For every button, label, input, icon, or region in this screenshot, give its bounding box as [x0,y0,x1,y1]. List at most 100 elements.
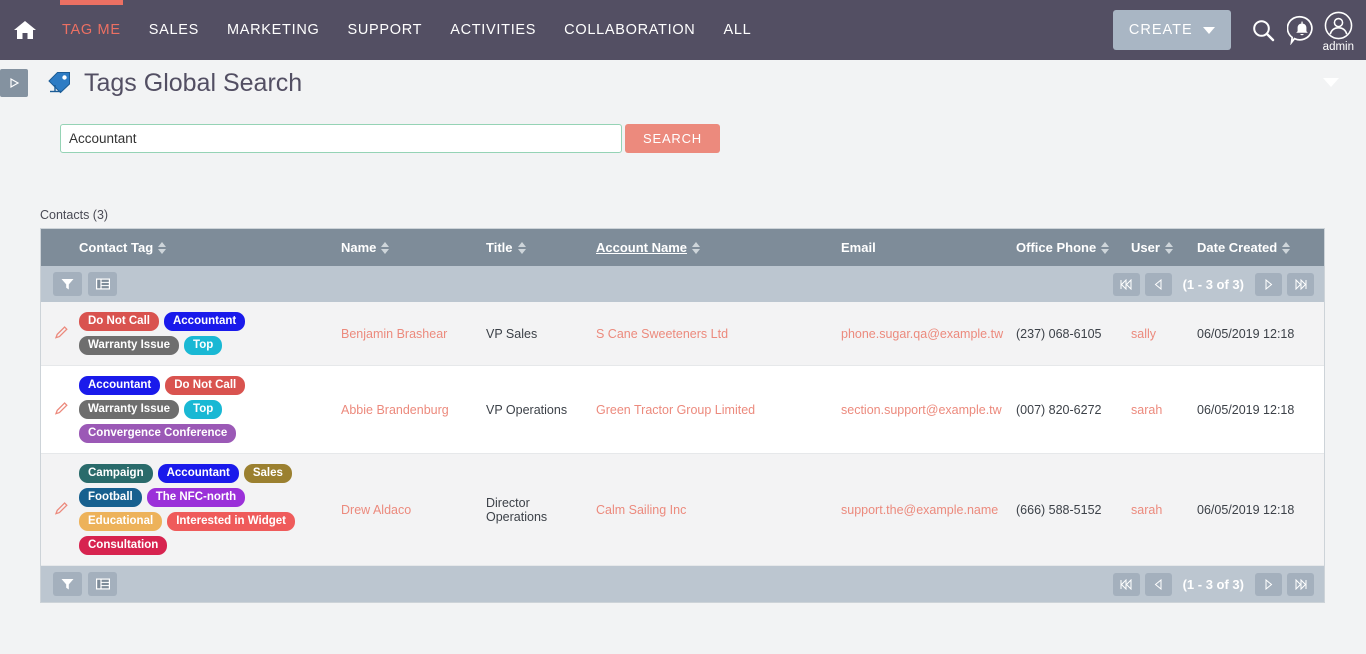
user-avatar[interactable]: admin [1323,7,1354,53]
previous-page-icon[interactable] [1144,272,1172,296]
sort-arrows-icon[interactable] [692,241,701,254]
row-edit-cell[interactable] [41,453,71,566]
column-header-user[interactable]: User [1123,229,1189,266]
home-icon[interactable] [8,15,42,45]
tag-icon [44,69,74,97]
tag-chip[interactable]: Do Not Call [79,312,159,331]
account-name-link[interactable]: Green Tractor Group Limited [596,403,755,417]
tag-chip[interactable]: The NFC-north [146,488,246,507]
pagination-top: (1 - 3 of 3) [1112,272,1314,296]
contact-name-link[interactable]: Benjamin Brashear [341,327,447,341]
cell-account: S Cane Sweeteners Ltd [588,302,833,366]
cell-date-created: 06/05/2019 12:18 [1189,453,1324,566]
nav-item-marketing[interactable]: MARKETING [213,0,334,60]
create-button[interactable]: CREATE [1112,10,1231,50]
search-icon[interactable] [1245,8,1283,52]
cell-account: Green Tractor Group Limited [588,365,833,454]
last-page-icon[interactable] [1287,272,1314,296]
user-link[interactable]: sarah [1131,403,1162,417]
email-link[interactable]: section.support@example.tw [841,403,1002,417]
first-page-icon[interactable] [1112,272,1140,296]
results-table: Contact Tag Name Title Account Name Emai… [40,228,1325,603]
last-page-icon[interactable] [1287,572,1314,596]
tag-chip[interactable]: Accountant [157,464,239,483]
tag-chip[interactable]: Consultation [79,536,168,555]
search-submit-button[interactable]: SEARCH [625,124,720,153]
column-header-email[interactable]: Email [833,229,1008,266]
table-header: Contact Tag Name Title Account Name Emai… [41,229,1324,266]
column-header-office-phone[interactable]: Office Phone [1008,229,1123,266]
account-name-link[interactable]: S Cane Sweeteners Ltd [596,327,728,341]
column-header-name[interactable]: Name [333,229,478,266]
cell-user: sarah [1123,453,1189,566]
tag-chip[interactable]: Football [79,488,142,507]
sort-arrows-icon[interactable] [381,241,390,254]
tag-chip[interactable]: Top [184,336,223,355]
cell-user: sally [1123,302,1189,366]
tag-chip[interactable]: Do Not Call [165,376,246,395]
tag-chip[interactable]: Educational [79,512,163,531]
create-button-label: CREATE [1128,22,1193,38]
contact-name-link[interactable]: Drew Aldaco [341,503,411,517]
tag-chip[interactable]: Interested in Widget [167,512,295,531]
cell-user: sarah [1123,365,1189,454]
table-row[interactable]: Do Not Call Accountant Warranty Issue To… [41,302,1324,366]
search-form: SEARCH [60,124,1366,153]
nav-item-activities[interactable]: ACTIVITIES [436,0,550,60]
cell-name: Drew Aldaco [333,453,478,566]
column-header-contact-tag[interactable]: Contact Tag [71,229,333,266]
nav-item-all[interactable]: ALL [709,0,765,60]
notification-bell-icon[interactable] [1283,8,1321,52]
tag-chip[interactable]: Top [184,400,223,419]
nav-label: MARKETING [226,22,320,38]
chevron-down-icon[interactable] [1323,78,1339,87]
next-page-icon[interactable] [1255,572,1282,596]
nav-item-collaboration[interactable]: COLLABORATION [550,0,709,60]
nav-item-tag-me[interactable]: TAG ME [48,0,135,60]
edit-pencil-icon[interactable] [54,501,69,519]
nav-item-support[interactable]: SUPPORT [333,0,436,60]
cell-email: section.support@example.tw [833,365,1008,454]
filter-funnel-icon[interactable] [53,572,82,596]
table-row[interactable]: Campaign Accountant Sales Football The N… [41,453,1324,566]
tag-chip[interactable]: Sales [243,464,292,483]
tag-chip[interactable]: Warranty Issue [79,400,180,419]
tag-chip[interactable]: Accountant [79,376,161,395]
column-label: Title [486,240,513,255]
tag-chip[interactable]: Accountant [163,312,246,331]
next-page-icon[interactable] [1255,272,1282,296]
sort-arrows-icon[interactable] [158,241,167,254]
account-name-link[interactable]: Calm Sailing Inc [596,503,686,517]
pagination-bottom: (1 - 3 of 3) [1112,572,1314,596]
sort-arrows-icon[interactable] [1101,241,1110,254]
email-link[interactable]: support.the@example.name [841,503,998,517]
tag-chip[interactable]: Convergence Conference [79,424,237,443]
sort-arrows-icon[interactable] [1282,241,1291,254]
first-page-icon[interactable] [1112,572,1140,596]
tag-chip[interactable]: Warranty Issue [79,336,180,355]
row-edit-cell[interactable] [41,302,71,366]
filter-funnel-icon[interactable] [53,272,82,296]
column-header-title[interactable]: Title [478,229,588,266]
search-input[interactable] [60,124,622,153]
email-link[interactable]: phone.sugar.qa@example.tw [841,327,1003,341]
sort-arrows-icon[interactable] [1164,241,1173,254]
column-chooser-icon[interactable] [88,272,117,296]
column-label: Contact Tag [79,240,154,255]
table-row[interactable]: Accountant Do Not Call Warranty Issue To… [41,365,1324,454]
edit-pencil-icon[interactable] [54,401,69,419]
previous-page-icon[interactable] [1144,572,1172,596]
user-link[interactable]: sarah [1131,503,1162,517]
sort-arrows-icon[interactable] [517,241,526,254]
row-edit-cell[interactable] [41,365,71,454]
column-header-account-name[interactable]: Account Name [588,229,833,266]
header-edit-spacer [41,229,71,266]
contact-name-link[interactable]: Abbie Brandenburg [341,403,449,417]
column-header-date-created[interactable]: Date Created [1189,229,1324,266]
column-chooser-icon[interactable] [88,572,117,596]
nav-item-sales[interactable]: SALES [135,0,213,60]
user-link[interactable]: sally [1131,327,1156,341]
sidebar-toggle-icon[interactable] [0,69,28,97]
edit-pencil-icon[interactable] [54,325,69,343]
tag-chip[interactable]: Campaign [79,464,153,483]
